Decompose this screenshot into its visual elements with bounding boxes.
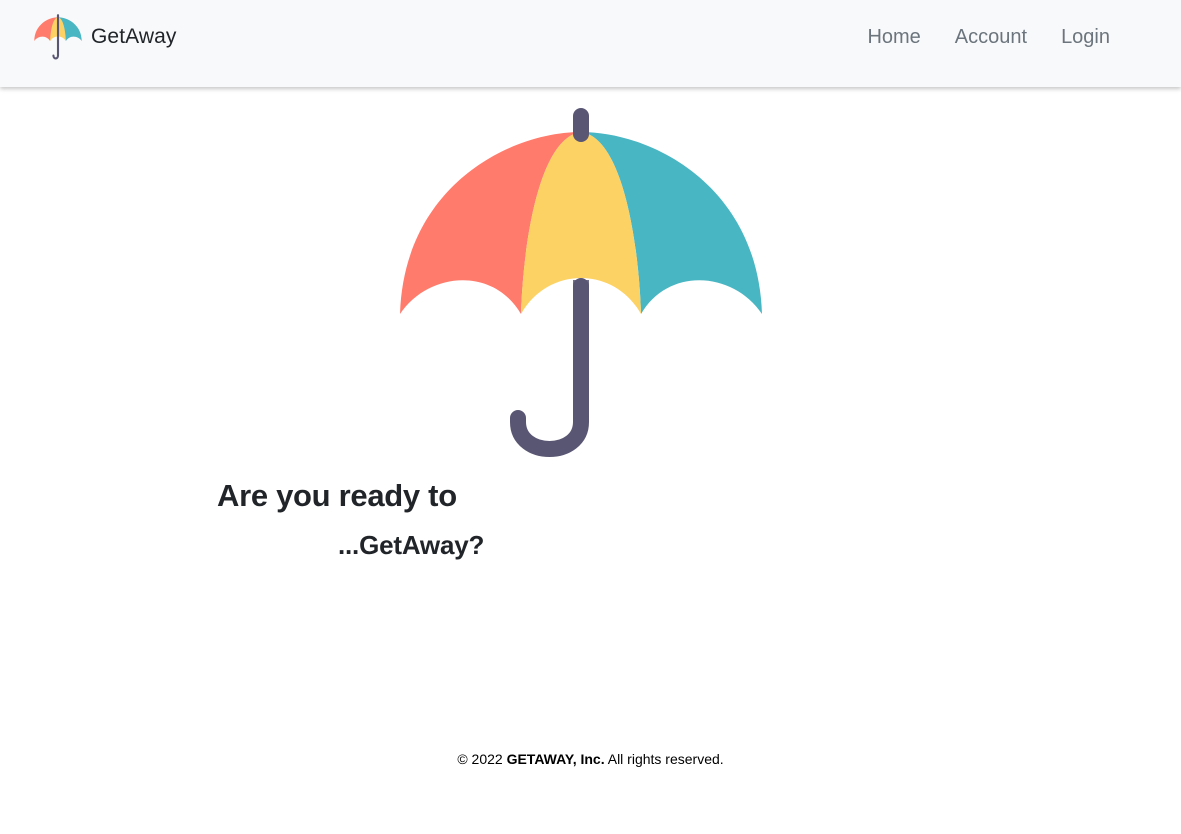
top-navbar: GetAway Home Account Login	[0, 0, 1181, 87]
brand-link[interactable]: GetAway	[34, 14, 177, 60]
footer-company: GETAWAY, Inc.	[506, 751, 605, 767]
hero-headline: Are you ready to	[217, 478, 457, 513]
footer: © 2022 GETAWAY, Inc. All rights reserved…	[0, 751, 1181, 767]
nav-link-login[interactable]: Login	[1044, 24, 1127, 50]
footer-rights: All rights reserved.	[607, 751, 724, 767]
hero-subheadline: ...GetAway?	[338, 530, 485, 560]
umbrella-shaft-joint	[573, 280, 589, 294]
nav-link-account[interactable]: Account	[938, 24, 1044, 50]
hero-umbrella-image	[400, 108, 762, 457]
umbrella-icon	[34, 14, 82, 60]
nav-link-home[interactable]: Home	[850, 24, 937, 50]
brand-name: GetAway	[91, 25, 177, 48]
nav-links: Home Account Login	[850, 24, 1127, 50]
footer-copyright: © 2022	[457, 751, 503, 767]
umbrella-handle	[510, 278, 589, 457]
